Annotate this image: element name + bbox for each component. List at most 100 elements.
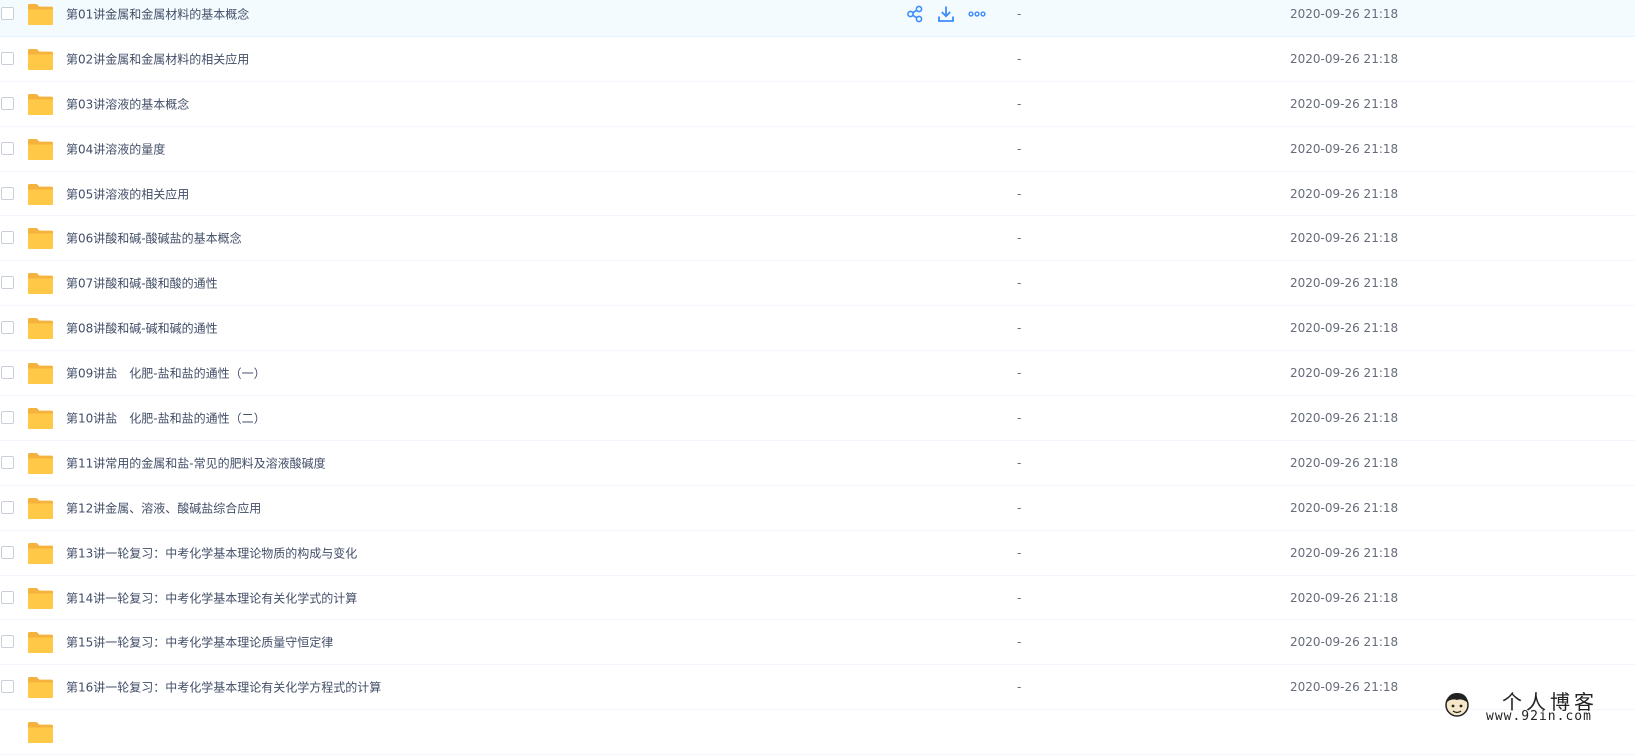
row-checkbox[interactable] (1, 545, 14, 559)
file-row[interactable]: 第02讲金属和金属材料的相关应用 - 2020-09-26 21:18 (0, 36, 1635, 82)
file-size: - (1017, 6, 1022, 21)
folder-icon (27, 542, 54, 564)
file-row[interactable]: 第13讲一轮复习：中考化学基本理论物质的构成与变化 - 2020-09-26 2… (0, 530, 1635, 576)
file-size: - (1017, 141, 1022, 156)
file-size: - (1017, 51, 1022, 66)
watermark-url: www.92in.com (1486, 709, 1592, 724)
file-row[interactable]: 第11讲常用的金属和盐-常见的肥料及溶液酸碱度 - 2020-09-26 21:… (0, 440, 1635, 486)
file-date: 2020-09-26 21:18 (1290, 231, 1399, 246)
file-date: 2020-09-26 21:18 (1290, 51, 1399, 66)
file-row[interactable]: 第12讲金属、溶液、酸碱盐综合应用 - 2020-09-26 21:18 (0, 485, 1635, 531)
file-size: - (1017, 96, 1022, 111)
file-list: 第01讲金属和金属材料的基本概念 - 2020-09-26 21:18 第02讲… (0, 0, 1635, 755)
file-name[interactable]: 第11讲常用的金属和盐-常见的肥料及溶液酸碱度 (66, 454, 326, 471)
row-checkbox[interactable] (1, 96, 14, 110)
folder-icon (27, 317, 54, 340)
folder-icon (27, 3, 54, 25)
folder-icon (27, 183, 54, 205)
file-date: 2020-09-26 21:18 (1290, 6, 1399, 21)
file-name[interactable]: 第07讲酸和碱-酸和酸的通性 (66, 275, 218, 292)
file-date: 2020-09-26 21:18 (1290, 545, 1399, 560)
file-name[interactable]: 第08讲酸和碱-碱和碱的通性 (66, 320, 218, 337)
file-date: 2020-09-26 21:18 (1290, 141, 1399, 156)
file-date: 2020-09-26 21:18 (1290, 366, 1399, 381)
file-name[interactable]: 第09讲盐 化肥-盐和盐的通性（一） (66, 365, 266, 382)
file-name[interactable]: 第14讲一轮复习：中考化学基本理论有关化学式的计算 (66, 589, 357, 606)
row-checkbox[interactable] (1, 321, 14, 335)
row-checkbox[interactable] (1, 410, 14, 424)
row-checkbox[interactable] (1, 500, 14, 514)
file-size: - (1017, 231, 1022, 246)
file-name[interactable]: 第15讲一轮复习：中考化学基本理论质量守恒定律 (66, 634, 333, 651)
share-icon[interactable] (905, 4, 925, 24)
file-date: 2020-09-26 21:18 (1290, 96, 1399, 111)
folder-icon (27, 676, 54, 699)
folder-icon (27, 227, 54, 250)
folder-icon (27, 272, 54, 295)
file-row[interactable]: 第15讲一轮复习：中考化学基本理论质量守恒定律 - 2020-09-26 21:… (0, 620, 1635, 666)
row-checkbox[interactable] (1, 231, 14, 245)
file-name[interactable]: 第13讲一轮复习：中考化学基本理论物质的构成与变化 (66, 544, 357, 561)
folder-icon (27, 631, 54, 654)
file-row[interactable]: 第14讲一轮复习：中考化学基本理论有关化学式的计算 - 2020-09-26 2… (0, 575, 1635, 621)
file-size: - (1017, 500, 1022, 515)
row-checkbox[interactable] (1, 680, 14, 694)
file-name[interactable]: 第16讲一轮复习：中考化学基本理论有关化学方程式的计算 (66, 679, 381, 696)
row-checkbox[interactable] (1, 6, 14, 20)
folder-icon (27, 362, 54, 385)
file-size: - (1017, 410, 1022, 425)
file-date: 2020-09-26 21:18 (1290, 410, 1399, 425)
file-row[interactable]: 第01讲金属和金属材料的基本概念 - 2020-09-26 21:18 (0, 0, 1635, 37)
row-checkbox[interactable] (1, 590, 14, 604)
row-checkbox[interactable] (1, 366, 14, 380)
file-date: 2020-09-26 21:18 (1290, 455, 1399, 470)
file-size: - (1017, 455, 1022, 470)
file-date: 2020-09-26 21:18 (1290, 186, 1399, 201)
row-checkbox[interactable] (1, 455, 14, 469)
file-name[interactable]: 第10讲盐 化肥-盐和盐的通性（二） (66, 409, 266, 426)
file-size: - (1017, 186, 1022, 201)
watermark: 个人博客 www.92in.com (1440, 686, 1630, 724)
file-name[interactable]: 第05讲溶液的相关应用 (66, 185, 189, 202)
row-checkbox[interactable] (1, 51, 14, 65)
file-name[interactable]: 第02讲金属和金属材料的相关应用 (66, 50, 249, 67)
folder-icon (27, 407, 54, 429)
file-size: - (1017, 680, 1022, 695)
file-name[interactable]: 第06讲酸和碱-酸碱盐的基本概念 (66, 230, 242, 247)
folder-icon (27, 721, 54, 744)
file-row[interactable]: 第04讲溶液的量度 - 2020-09-26 21:18 (0, 126, 1635, 172)
file-row[interactable]: 第16讲一轮复习：中考化学基本理论有关化学方程式的计算 - 2020-09-26… (0, 665, 1635, 711)
row-checkbox[interactable] (1, 186, 14, 200)
folder-icon (27, 93, 54, 115)
row-actions (905, 4, 998, 24)
file-row[interactable]: 第03讲溶液的基本概念 - 2020-09-26 21:18 (0, 81, 1635, 127)
file-row[interactable]: 第06讲酸和碱-酸碱盐的基本概念 - 2020-09-26 21:18 (0, 216, 1635, 262)
file-date: 2020-09-26 21:18 (1290, 321, 1399, 336)
folder-icon (27, 48, 54, 70)
file-row[interactable]: 第05讲溶液的相关应用 - 2020-09-26 21:18 (0, 171, 1635, 217)
folder-icon (27, 138, 54, 160)
file-size: - (1017, 635, 1022, 650)
folder-icon (27, 497, 54, 519)
row-checkbox[interactable] (1, 276, 14, 290)
row-checkbox[interactable] (1, 635, 14, 649)
file-name[interactable]: 第01讲金属和金属材料的基本概念 (66, 5, 249, 22)
download-icon[interactable] (936, 4, 956, 24)
file-size: - (1017, 321, 1022, 336)
file-date: 2020-09-26 21:18 (1290, 635, 1399, 650)
file-name[interactable]: 第12讲金属、溶液、酸碱盐综合应用 (66, 499, 261, 516)
folder-icon (27, 587, 54, 609)
file-row[interactable]: 第10讲盐 化肥-盐和盐的通性（二） - 2020-09-26 21:18 (0, 396, 1635, 441)
file-date: 2020-09-26 21:18 (1290, 500, 1399, 515)
file-size: - (1017, 276, 1022, 291)
folder-icon (27, 452, 54, 474)
file-name[interactable]: 第03讲溶液的基本概念 (66, 95, 189, 112)
file-date: 2020-09-26 21:18 (1290, 276, 1399, 291)
more-icon[interactable] (967, 4, 987, 24)
file-row[interactable]: 第07讲酸和碱-酸和酸的通性 - 2020-09-26 21:18 (0, 261, 1635, 307)
file-name[interactable]: 第04讲溶液的量度 (66, 140, 165, 157)
file-row-partial[interactable] (0, 710, 1635, 755)
file-row[interactable]: 第08讲酸和碱-碱和碱的通性 - 2020-09-26 21:18 (0, 306, 1635, 352)
row-checkbox[interactable] (1, 141, 14, 155)
file-row[interactable]: 第09讲盐 化肥-盐和盐的通性（一） - 2020-09-26 21:18 (0, 351, 1635, 397)
